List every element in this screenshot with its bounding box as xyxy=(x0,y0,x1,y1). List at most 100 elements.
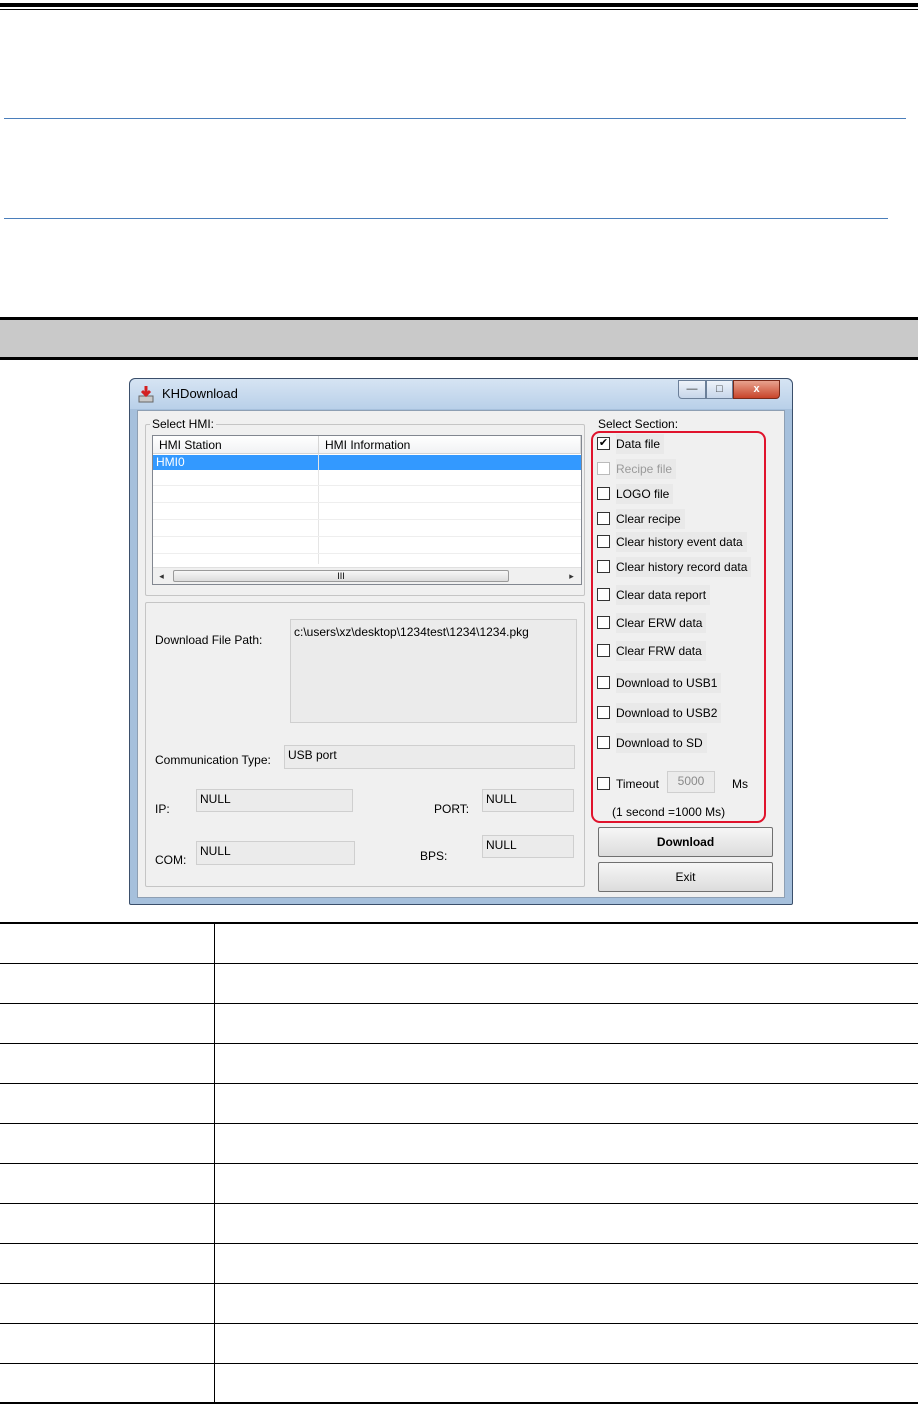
download-button[interactable]: Download xyxy=(598,827,773,857)
table-cell xyxy=(214,1043,918,1084)
bps-label: BPS: xyxy=(420,849,448,863)
file-path-label: Download File Path: xyxy=(155,633,263,647)
table-row xyxy=(0,1163,918,1204)
table-cell xyxy=(0,1123,215,1164)
download-app-icon xyxy=(138,386,154,403)
list-header: HMI Station HMI Information xyxy=(153,436,581,454)
table-row xyxy=(0,1323,918,1364)
table-row xyxy=(0,1003,918,1044)
checkbox-icon[interactable] xyxy=(597,487,610,500)
select-hmi-label: Select HMI: xyxy=(150,417,217,431)
com-field[interactable]: NULL xyxy=(196,841,355,865)
header-rule-thick xyxy=(0,3,918,7)
hyperlink-underline[interactable] xyxy=(4,118,906,119)
table-row xyxy=(0,1043,918,1084)
horizontal-scrollbar[interactable]: ◂ III ▸ xyxy=(153,567,581,584)
checkbox-checked-icon[interactable]: ✔ xyxy=(597,437,610,450)
checkbox-label: Download to USB2 xyxy=(616,703,722,723)
table-cell xyxy=(0,1363,215,1404)
table-row[interactable]: HMI0 xyxy=(153,455,581,470)
table-row xyxy=(0,1203,918,1244)
checkbox-icon[interactable] xyxy=(597,616,610,629)
checkbox-icon[interactable] xyxy=(597,512,610,525)
checkbox-icon[interactable] xyxy=(597,462,610,475)
checkbox-label: Timeout xyxy=(616,777,659,791)
hyperlink-underline[interactable] xyxy=(4,218,888,219)
exit-button[interactable]: Exit xyxy=(598,862,773,892)
grid-line xyxy=(153,553,581,554)
table-cell xyxy=(214,1283,918,1324)
table-cell xyxy=(0,1003,215,1044)
table-row xyxy=(0,1363,918,1404)
maximize-button[interactable]: □ xyxy=(706,380,733,399)
table-cell xyxy=(0,1083,215,1124)
communication-type-field[interactable]: USB port xyxy=(284,745,575,769)
table-cell xyxy=(214,963,918,1004)
checkbox-label: Clear history record data xyxy=(616,557,752,577)
close-button[interactable]: x xyxy=(733,380,780,399)
timeout-unit: Ms xyxy=(732,777,748,791)
checkbox-icon[interactable] xyxy=(597,560,610,573)
column-hmi-information[interactable]: HMI Information xyxy=(319,436,581,454)
checkbox-icon[interactable] xyxy=(597,736,610,749)
checkbox-icon[interactable] xyxy=(597,644,610,657)
checkbox-label: Recipe file xyxy=(616,459,677,479)
port-field[interactable]: NULL xyxy=(482,789,574,812)
checkbox-label: Download to USB1 xyxy=(616,673,722,693)
hmi-list-view[interactable]: HMI Station HMI Information HMI0 ◂ III ▸ xyxy=(152,435,582,585)
grid-line xyxy=(153,485,581,486)
grid-line xyxy=(153,502,581,503)
table-cell xyxy=(214,1123,918,1164)
table-row xyxy=(0,1283,918,1324)
table-row xyxy=(0,1123,918,1164)
checkbox-icon[interactable] xyxy=(597,777,610,790)
checkbox-label: Download to SD xyxy=(616,733,707,753)
table-cell xyxy=(0,1203,215,1244)
table-row xyxy=(0,1243,918,1284)
checkbox-label: Clear recipe xyxy=(616,509,685,529)
table-cell xyxy=(214,922,918,964)
table-cell xyxy=(214,1083,918,1124)
checkbox-label: Data file xyxy=(616,434,665,454)
table-row xyxy=(0,1083,918,1124)
description-table xyxy=(0,922,918,1404)
checkbox-label: Clear ERW data xyxy=(616,613,707,633)
table-cell xyxy=(214,1363,918,1404)
scroll-left-icon[interactable]: ◂ xyxy=(153,568,170,584)
port-label: PORT: xyxy=(434,802,470,816)
section-heading-bar xyxy=(0,317,918,360)
table-row xyxy=(0,922,918,964)
timeout-note: (1 second =1000 Ms) xyxy=(612,805,726,819)
table-row xyxy=(0,963,918,1004)
com-label: COM: xyxy=(155,853,187,867)
checkbox-label: LOGO file xyxy=(616,484,674,504)
column-divider xyxy=(318,454,319,564)
checkbox-icon[interactable] xyxy=(597,706,610,719)
checkbox-icon[interactable] xyxy=(597,676,610,689)
column-hmi-station[interactable]: HMI Station xyxy=(153,436,319,454)
checkbox-icon[interactable] xyxy=(597,588,610,601)
table-cell xyxy=(0,1043,215,1084)
grid-line xyxy=(153,536,581,537)
table-cell xyxy=(0,1323,215,1364)
checkbox-icon[interactable] xyxy=(597,535,610,548)
scroll-thumb[interactable]: III xyxy=(173,570,509,582)
table-cell xyxy=(0,1243,215,1284)
checkbox-label: Clear history event data xyxy=(616,532,747,552)
file-path-field[interactable]: c:\users\xz\desktop\1234test\1234\1234.p… xyxy=(290,619,577,723)
timeout-input[interactable]: 5000 xyxy=(667,771,715,793)
table-cell xyxy=(0,1283,215,1324)
grid-line xyxy=(153,519,581,520)
bps-field[interactable]: NULL xyxy=(482,835,574,858)
hmi-station-cell: HMI0 xyxy=(156,455,185,469)
minimize-button[interactable]: — xyxy=(678,380,706,399)
table-cell xyxy=(0,963,215,1004)
table-cell xyxy=(214,1323,918,1364)
ip-field[interactable]: NULL xyxy=(196,789,353,812)
scroll-right-icon[interactable]: ▸ xyxy=(563,568,580,584)
window-title-bar[interactable]: KHDownload — □ x xyxy=(130,379,792,409)
checkbox-label: Clear data report xyxy=(616,585,711,605)
table-cell xyxy=(214,1163,918,1204)
checkbox-label: Clear FRW data xyxy=(616,641,706,661)
table-cell xyxy=(214,1203,918,1244)
